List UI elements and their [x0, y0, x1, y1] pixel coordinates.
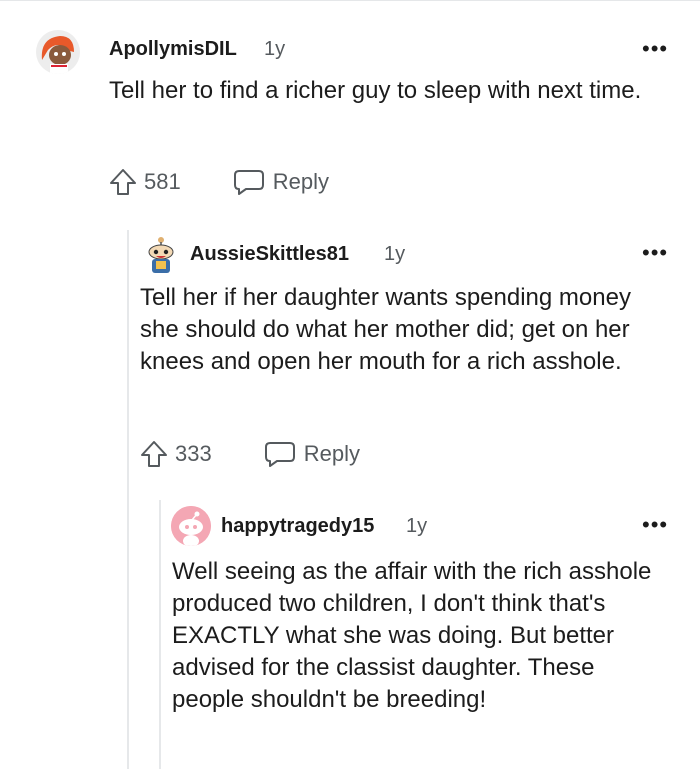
username[interactable]: AussieSkittles81 [190, 243, 349, 266]
upvote-button[interactable]: 333 [139, 439, 212, 469]
upvote-arrow-icon [141, 441, 167, 467]
reply-bubble-icon [264, 442, 295, 467]
thread-line [127, 230, 129, 769]
upvote-arrow-icon [110, 169, 136, 195]
username[interactable]: ApollymisDIL [109, 38, 237, 61]
thread-line [159, 500, 161, 769]
more-options-button[interactable]: ••• [642, 38, 668, 60]
more-options-button[interactable]: ••• [642, 242, 668, 264]
upvote-button[interactable]: 581 [108, 167, 181, 197]
comment-body: Tell her to find a richer guy to sleep w… [109, 77, 642, 104]
reply-button[interactable]: Reply [264, 440, 360, 468]
comment-actions: 333 Reply [139, 439, 360, 469]
comment-actions: 581 Reply [108, 167, 329, 197]
username[interactable]: happytragedy15 [221, 515, 374, 538]
reply-button[interactable]: Reply [233, 168, 329, 196]
comment-body: Well seeing as the affair with the rich … [172, 558, 652, 713]
avatar[interactable] [171, 506, 211, 546]
avatar-snoo-icon [148, 237, 174, 273]
comment-body: Tell her if her daughter wants spending … [140, 284, 631, 375]
reply-label: Reply [303, 441, 360, 466]
comment: ApollymisDIL 1y ••• Tell her to find a r… [0, 0, 700, 230]
comment-age: 1y [264, 38, 286, 60]
vote-count: 581 [144, 169, 181, 194]
more-options-button[interactable]: ••• [642, 514, 668, 536]
avatar-snoo-icon [171, 506, 211, 546]
comment-age: 1y [406, 515, 428, 537]
reply-bubble-icon [233, 170, 264, 195]
reply-label: Reply [272, 169, 329, 194]
comment-age: 1y [384, 243, 406, 265]
avatar[interactable] [140, 234, 182, 276]
avatar[interactable] [36, 30, 80, 74]
avatar-snoo-icon [36, 30, 80, 74]
vote-count: 333 [175, 441, 212, 466]
